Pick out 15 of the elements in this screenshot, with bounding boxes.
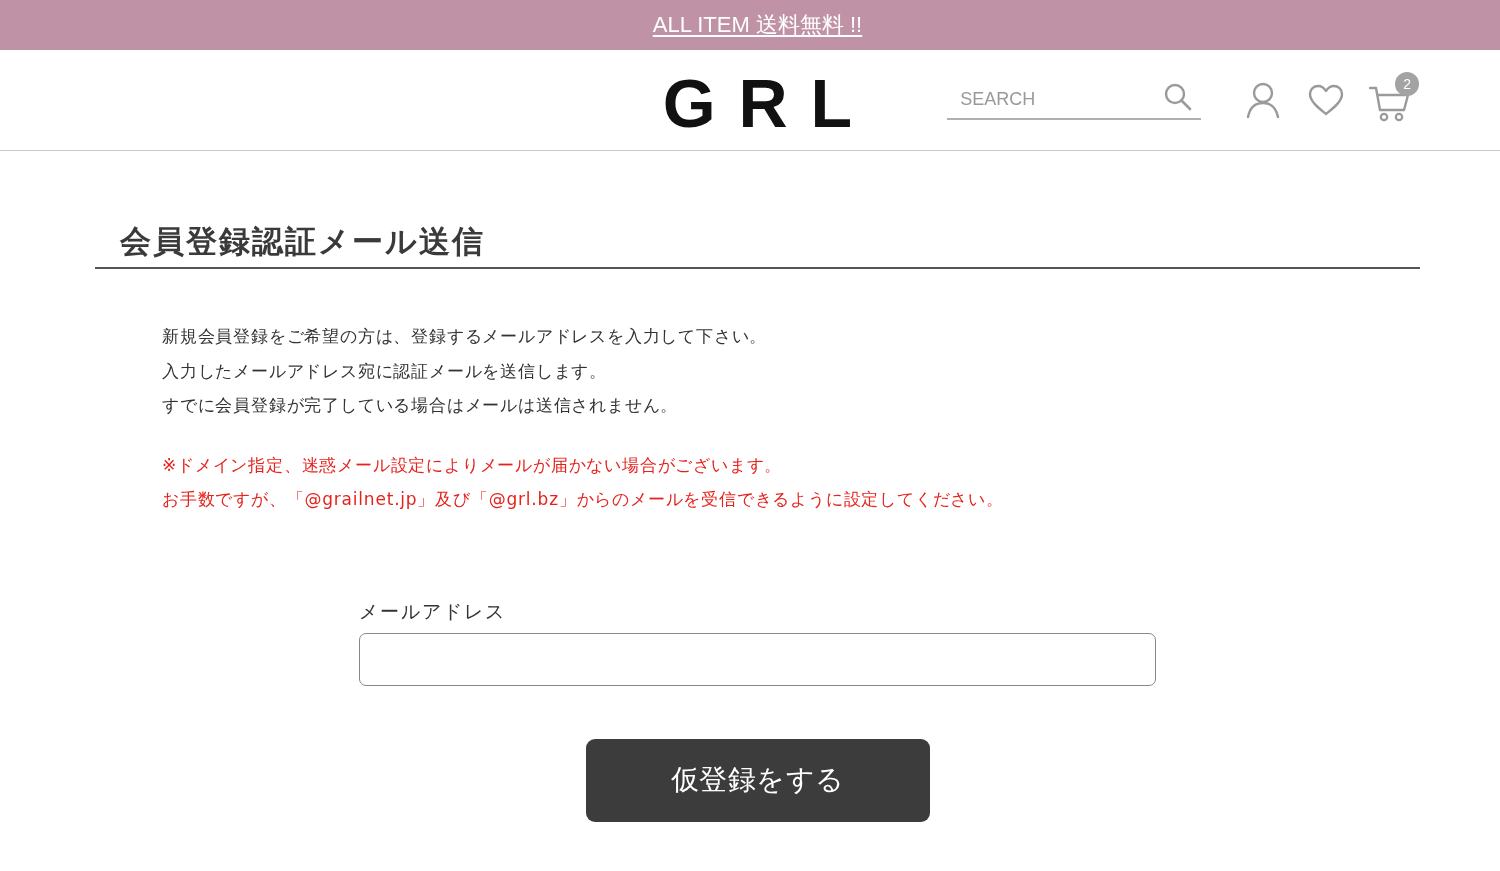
email-label: メールアドレス [359, 598, 506, 624]
intro-text: 新規会員登録をご希望の方は、登録するメールアドレスを入力して下さい。 [162, 325, 769, 348]
cart-count-badge: 2 [1395, 72, 1420, 96]
submit-button[interactable]: 仮登録をする [585, 738, 930, 822]
page-title: 会員登録認証メール送信 [95, 221, 1420, 269]
notice-text: ※ドメイン指定、迷惑メール設定によりメールが届かない場合がございます。 [162, 453, 784, 477]
email-field[interactable] [359, 632, 1156, 686]
search-field[interactable]: SEARCH [947, 84, 1165, 114]
heart-icon[interactable] [1308, 84, 1345, 116]
notice-text: お手数ですが、「@grailnet.jp」及び「@grl.bz」からのメールを受信できるように設定してください。 [162, 488, 1005, 511]
intro-text: すでに会員登録が完了している場合はメールは送信されません。 [162, 394, 680, 417]
logo[interactable]: G R L [662, 63, 853, 137]
intro-text: 入力したメールアドレス宛に認証メールを送信します。 [162, 359, 608, 383]
user-icon[interactable] [1246, 82, 1281, 118]
search-icon[interactable] [1164, 83, 1193, 111]
